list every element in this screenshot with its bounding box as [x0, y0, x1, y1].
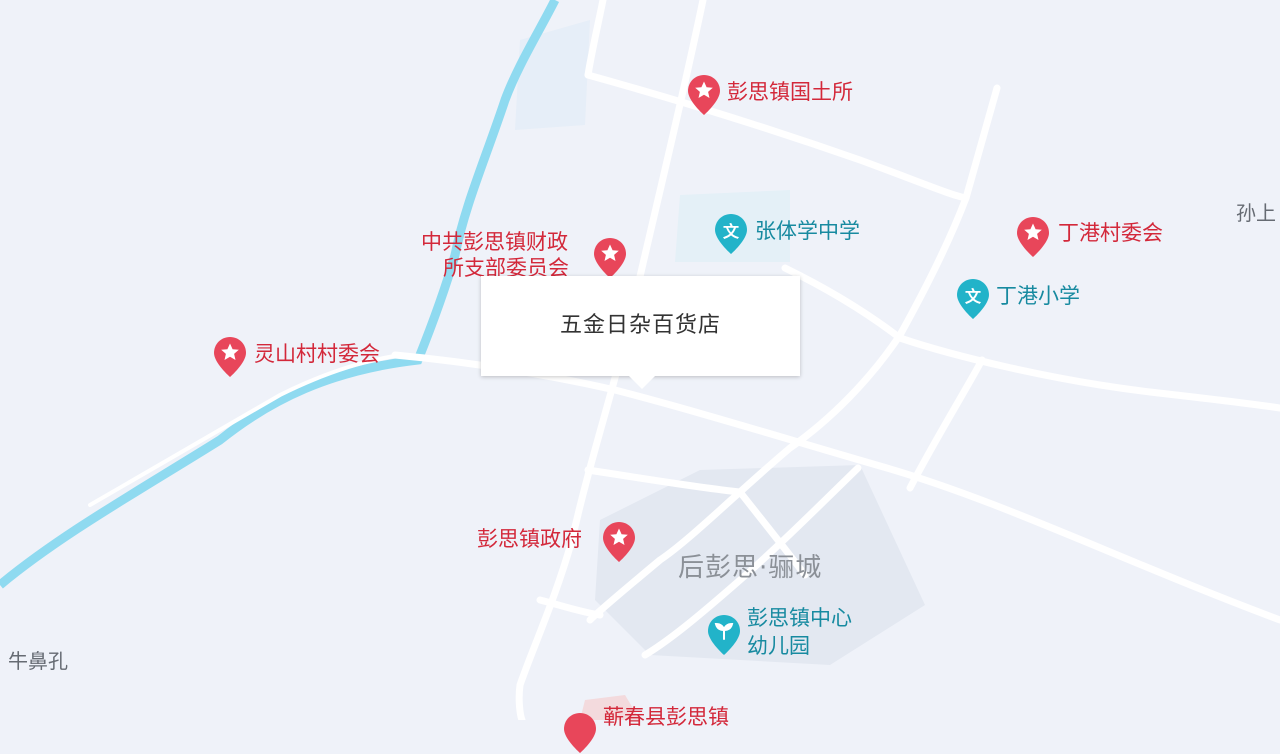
poi-label-youeryuan-line1[interactable]: 彭思镇中心 — [747, 606, 852, 631]
svg-text:文: 文 — [965, 287, 982, 306]
poi-label-bottom-partial[interactable]: 蕲春县彭思镇 — [603, 705, 729, 730]
star-pin-icon[interactable] — [602, 521, 636, 563]
poi-label-dinggang-xx[interactable]: 丁港小学 — [996, 284, 1080, 309]
popup-title: 五金日杂百货店 — [559, 313, 721, 338]
poi-label-zhangti[interactable]: 张体学中学 — [755, 219, 860, 244]
poi-label-youeryuan-line2[interactable]: 幼儿园 — [747, 634, 810, 659]
star-pin-icon[interactable] — [213, 336, 247, 378]
poi-label-zhengfu[interactable]: 彭思镇政府 — [477, 527, 582, 552]
svg-text:文: 文 — [723, 222, 740, 241]
popup-pointer — [629, 376, 655, 389]
campus-area-top — [515, 20, 590, 130]
star-pin-icon[interactable] — [687, 74, 721, 116]
road-top-north — [584, 0, 607, 79]
school-pin-icon[interactable]: 文 — [956, 278, 990, 320]
poi-info-popup[interactable]: 五金日杂百货店 — [481, 276, 800, 389]
district-label: 后彭思·骊城 — [678, 553, 823, 583]
road-minor-west — [88, 354, 397, 507]
poi-label-dinggang-cwh[interactable]: 丁港村委会 — [1058, 221, 1163, 246]
river — [0, 0, 560, 589]
road-east-spur — [906, 356, 986, 492]
star-pin-icon[interactable] — [1016, 216, 1050, 258]
poi-label-lingshan[interactable]: 灵山村村委会 — [254, 342, 380, 367]
poi-label-guotusuo[interactable]: 彭思镇国土所 — [727, 80, 853, 105]
star-pin-icon[interactable] — [563, 712, 597, 754]
star-pin-icon[interactable] — [593, 237, 627, 279]
village-label-sunshang: 孙上 — [1236, 201, 1276, 225]
school-pin-icon[interactable]: 文 — [714, 213, 748, 255]
poi-label-caizheng-line1[interactable]: 中共彭思镇财政 — [421, 230, 568, 255]
village-label-niubikong: 牛鼻孔 — [8, 649, 68, 673]
kindergarten-pin-icon[interactable] — [707, 614, 741, 656]
